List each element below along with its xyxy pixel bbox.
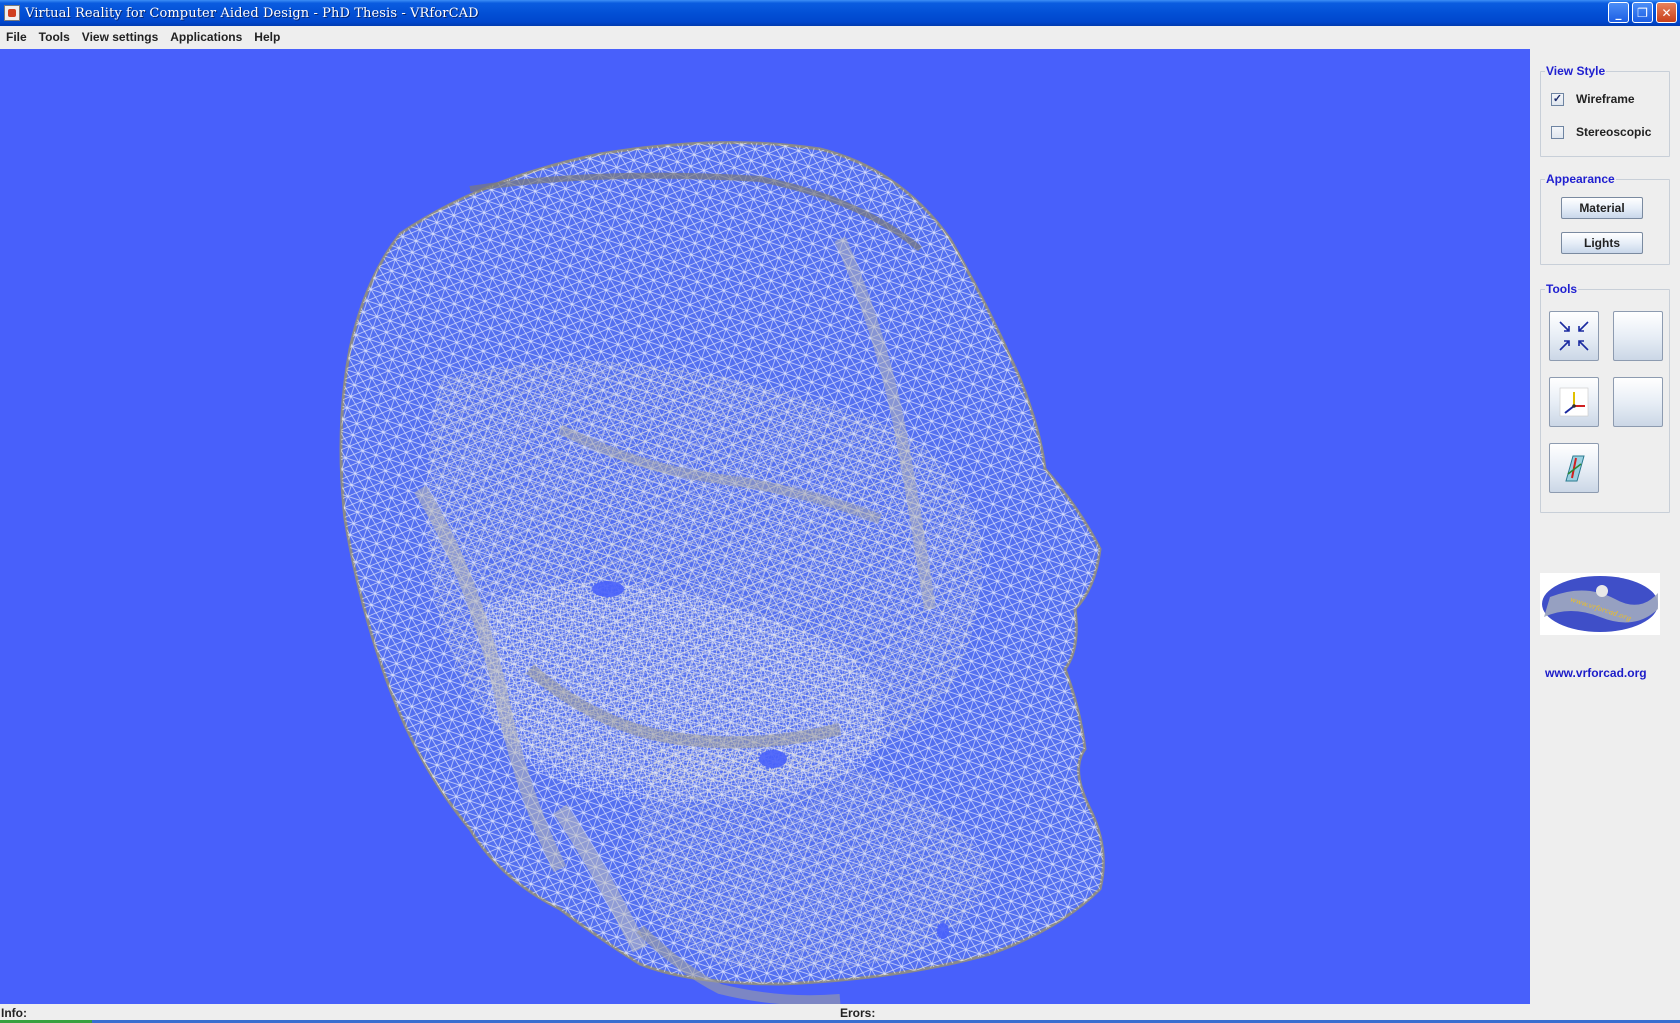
section-plane-icon	[1565, 455, 1585, 482]
close-button[interactable]: ✕	[1656, 2, 1677, 23]
java-app-icon[interactable]	[4, 5, 20, 21]
application-window: Virtual Reality for Computer Aided Desig…	[0, 0, 1680, 1023]
stereoscopic-checkbox-row[interactable]: Stereoscopic	[1551, 125, 1651, 139]
appearance-group: Appearance Material Lights	[1540, 172, 1670, 265]
errors-label: Erors:	[840, 1006, 876, 1020]
side-panel: View Style ✓ Wireframe Stereoscopic Appe…	[1530, 49, 1680, 1004]
menu-help[interactable]: Help	[248, 30, 286, 44]
tools-group: Tools	[1540, 282, 1670, 513]
close-icon: ✕	[1661, 5, 1672, 20]
minimize-button[interactable]: _	[1608, 2, 1629, 23]
stereoscopic-checkbox[interactable]	[1551, 125, 1564, 139]
title-bar[interactable]: Virtual Reality for Computer Aided Desig…	[0, 0, 1680, 26]
menu-view-settings[interactable]: View settings	[76, 30, 164, 44]
view-style-title: View Style	[1545, 64, 1607, 78]
lights-button[interactable]: Lights	[1561, 232, 1643, 254]
wireframe-checkbox-row[interactable]: ✓ Wireframe	[1551, 92, 1635, 106]
menu-tools[interactable]: Tools	[33, 30, 76, 44]
menu-bar: File Tools View settings Applications He…	[0, 26, 1680, 48]
section-plane-button[interactable]	[1549, 443, 1599, 493]
view-style-group: View Style ✓ Wireframe Stereoscopic	[1540, 64, 1670, 157]
fit-view-icon	[1559, 321, 1589, 351]
tools-title: Tools	[1545, 282, 1579, 296]
wireframe-label: Wireframe	[1576, 92, 1635, 106]
fit-view-button[interactable]	[1549, 311, 1599, 361]
info-label: Info:	[1, 1006, 27, 1020]
window-title: Virtual Reality for Computer Aided Desig…	[25, 5, 479, 21]
minimize-icon: _	[1615, 5, 1622, 20]
tool-button-empty-2[interactable]	[1613, 377, 1663, 427]
menu-file[interactable]: File	[0, 30, 33, 44]
stereoscopic-label: Stereoscopic	[1576, 125, 1652, 139]
tool-button-empty-1[interactable]	[1613, 311, 1663, 361]
status-bar: Info: Erors:	[0, 1004, 1680, 1023]
website-link[interactable]: www.vrforcad.org	[1545, 666, 1647, 680]
vrforcad-logo: www.vrforcad.org	[1540, 573, 1660, 635]
appearance-title: Appearance	[1545, 172, 1616, 186]
axes-button[interactable]	[1549, 377, 1599, 427]
menu-applications[interactable]: Applications	[164, 30, 248, 44]
window-controls: _ ❐ ✕	[1608, 2, 1677, 23]
restore-button[interactable]: ❐	[1632, 2, 1653, 23]
restore-icon: ❐	[1637, 5, 1648, 20]
axes-icon	[1559, 387, 1589, 417]
skull-wireframe-model	[339, 141, 1105, 1004]
wireframe-checkbox[interactable]: ✓	[1551, 92, 1564, 106]
material-button[interactable]: Material	[1561, 197, 1643, 219]
3d-viewport[interactable]	[0, 49, 1530, 1004]
